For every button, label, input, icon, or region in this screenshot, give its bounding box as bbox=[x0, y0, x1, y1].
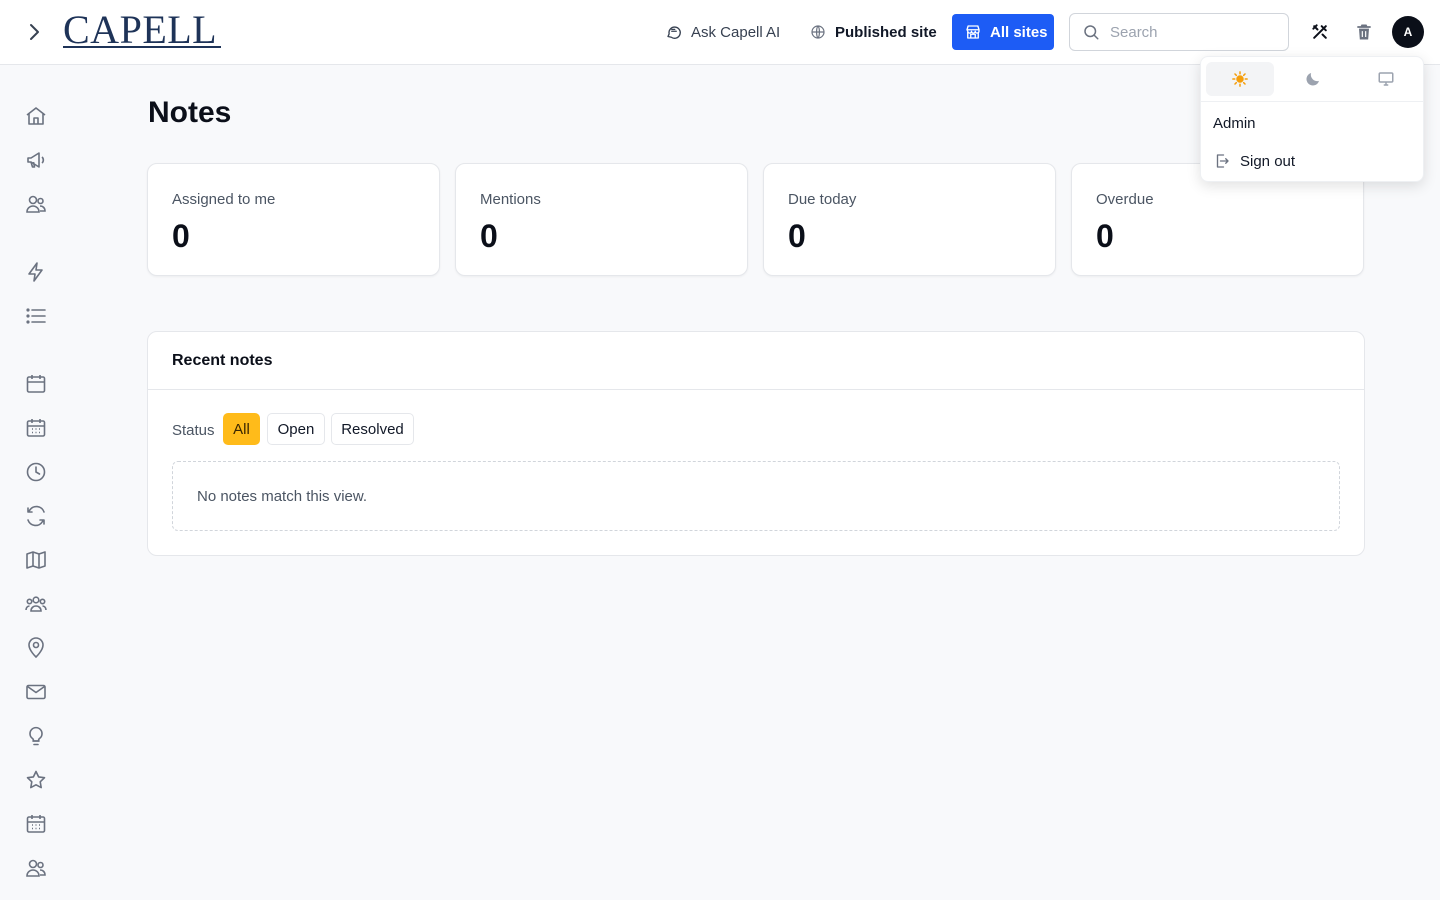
all-sites-button[interactable]: All sites bbox=[952, 14, 1054, 50]
stat-value: 0 bbox=[172, 218, 190, 254]
lightbulb-icon[interactable] bbox=[24, 724, 48, 748]
stat-label: Due today bbox=[788, 191, 857, 208]
recent-notes-header: Recent notes bbox=[148, 332, 1364, 390]
globe-icon bbox=[811, 25, 825, 39]
tools-icon[interactable] bbox=[1308, 20, 1332, 44]
empty-state: No notes match this view. bbox=[172, 461, 1340, 531]
calendar-icon[interactable] bbox=[24, 372, 48, 396]
lightning-icon[interactable] bbox=[24, 260, 48, 284]
ask-ai-label: Ask Capell AI bbox=[691, 23, 781, 41]
theme-system-button[interactable] bbox=[1352, 62, 1420, 96]
stat-label: Assigned to me bbox=[172, 191, 276, 208]
calendar-grid-icon[interactable] bbox=[24, 416, 48, 440]
clock-icon[interactable] bbox=[24, 460, 48, 484]
users-icon[interactable] bbox=[24, 856, 48, 880]
home-icon[interactable] bbox=[24, 104, 48, 128]
stat-label: Overdue bbox=[1096, 191, 1154, 208]
status-filter-label: Status bbox=[172, 422, 215, 439]
menu-user-name: Admin bbox=[1213, 115, 1256, 132]
moon-icon bbox=[1306, 73, 1319, 86]
empty-state-text: No notes match this view. bbox=[197, 488, 368, 505]
search-box[interactable] bbox=[1069, 13, 1289, 51]
mail-icon[interactable] bbox=[24, 680, 48, 704]
sun-icon bbox=[1232, 71, 1248, 87]
sign-out-button[interactable]: Sign out bbox=[1213, 149, 1295, 173]
users-icon[interactable] bbox=[24, 192, 48, 216]
monitor-icon bbox=[1378, 72, 1394, 86]
store-icon bbox=[966, 25, 980, 39]
stat-value: 0 bbox=[788, 218, 806, 254]
sign-out-icon bbox=[1216, 154, 1229, 168]
published-site-button[interactable]: Published site bbox=[809, 14, 937, 50]
trash-icon[interactable] bbox=[1352, 20, 1376, 44]
stat-card-mentions[interactable]: Mentions 0 bbox=[455, 163, 748, 276]
filter-open-chip[interactable]: Open bbox=[267, 413, 325, 445]
chat-icon bbox=[667, 26, 681, 39]
recent-notes-panel: Recent notes Status All Open Resolved No… bbox=[147, 331, 1365, 556]
logo[interactable]: CAPELL bbox=[63, 10, 217, 50]
sign-out-label: Sign out bbox=[1240, 152, 1296, 170]
megaphone-icon[interactable] bbox=[24, 148, 48, 172]
stat-value: 0 bbox=[1096, 218, 1114, 254]
all-sites-label: All sites bbox=[990, 23, 1048, 41]
filter-all-chip[interactable]: All bbox=[223, 413, 260, 445]
search-icon bbox=[1084, 25, 1099, 40]
stat-card-due-today[interactable]: Due today 0 bbox=[763, 163, 1056, 276]
stat-value: 0 bbox=[480, 218, 498, 254]
refresh-icon[interactable] bbox=[24, 504, 48, 528]
theme-dark-button[interactable] bbox=[1279, 62, 1347, 96]
calendar-grid-icon[interactable] bbox=[24, 812, 48, 836]
user-menu-dropdown: Admin Sign out bbox=[1200, 56, 1424, 182]
list-icon[interactable] bbox=[24, 304, 48, 328]
map-icon[interactable] bbox=[24, 548, 48, 572]
recent-notes-title: Recent notes bbox=[172, 352, 273, 369]
theme-switcher bbox=[1201, 57, 1423, 102]
stat-card-assigned[interactable]: Assigned to me 0 bbox=[147, 163, 440, 276]
chevron-right-icon[interactable] bbox=[22, 20, 46, 44]
ask-ai-button[interactable]: Ask Capell AI bbox=[665, 14, 780, 50]
theme-light-button[interactable] bbox=[1206, 62, 1274, 96]
star-icon[interactable] bbox=[24, 768, 48, 792]
page-title: Notes bbox=[148, 96, 232, 129]
published-site-label: Published site bbox=[835, 23, 937, 41]
stat-label: Mentions bbox=[480, 191, 541, 208]
logo-underline bbox=[63, 46, 221, 48]
filter-resolved-chip[interactable]: Resolved bbox=[331, 413, 414, 445]
group-icon[interactable] bbox=[24, 592, 48, 616]
map-pin-icon[interactable] bbox=[24, 636, 48, 660]
search-input[interactable] bbox=[1110, 23, 1270, 41]
avatar[interactable]: A bbox=[1392, 16, 1424, 48]
